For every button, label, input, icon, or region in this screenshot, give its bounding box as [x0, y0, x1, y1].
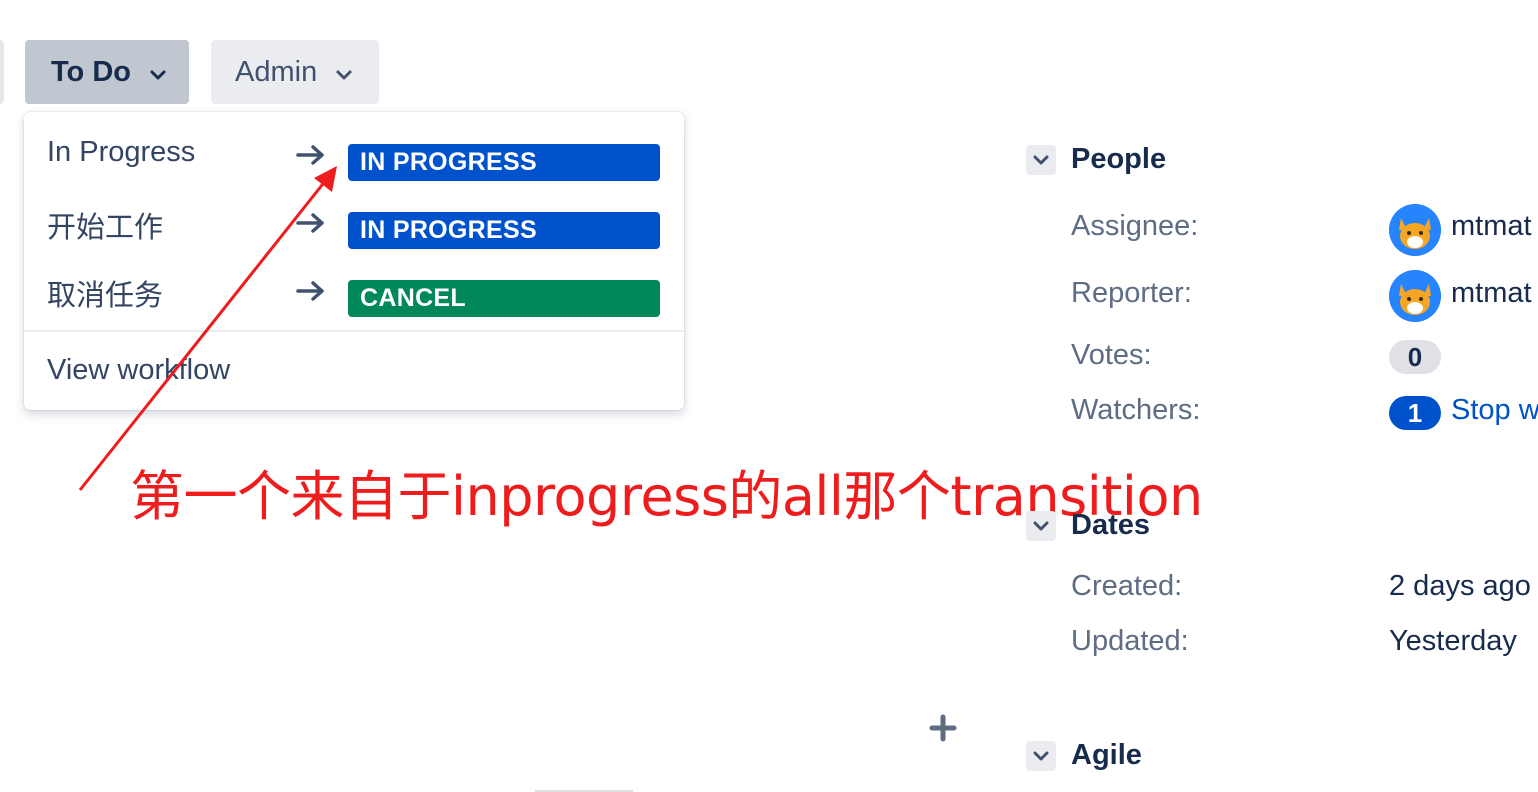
cat-avatar-icon [1389, 270, 1441, 322]
people-section-title: People [1071, 143, 1167, 175]
cat-avatar-icon [1389, 204, 1441, 256]
chevron-down-icon [1033, 155, 1049, 164]
created-value: 2 days ago [1389, 570, 1531, 602]
annotation-arrow [78, 166, 337, 491]
created-label: Created: [1071, 570, 1183, 602]
reporter-avatar[interactable] [1389, 270, 1441, 322]
assignee-name[interactable]: mtmat [1451, 210, 1532, 243]
reporter-name[interactable]: mtmat [1451, 277, 1532, 310]
votes-count-badge[interactable]: 0 [1389, 340, 1441, 374]
updated-label: Updated: [1071, 625, 1189, 657]
chevron-down-icon [1033, 751, 1049, 760]
assignee-label: Assignee: [1071, 210, 1199, 242]
dates-section-title: Dates [1071, 509, 1150, 541]
agile-section-title: Agile [1071, 739, 1142, 771]
chevron-down-icon [1033, 521, 1049, 530]
people-collapse-toggle[interactable] [1026, 145, 1056, 175]
updated-value: Yesterday [1389, 625, 1517, 657]
reporter-label: Reporter: [1071, 277, 1192, 309]
watchers-label: Watchers: [1071, 394, 1201, 426]
watchers-count-badge[interactable]: 1 [1389, 396, 1441, 430]
assignee-avatar[interactable] [1389, 204, 1441, 256]
votes-label: Votes: [1071, 339, 1152, 371]
stop-watching-link[interactable]: Stop w [1451, 394, 1538, 427]
agile-collapse-toggle[interactable] [1026, 741, 1056, 771]
plus-icon[interactable] [929, 714, 957, 747]
dates-collapse-toggle[interactable] [1026, 511, 1056, 541]
